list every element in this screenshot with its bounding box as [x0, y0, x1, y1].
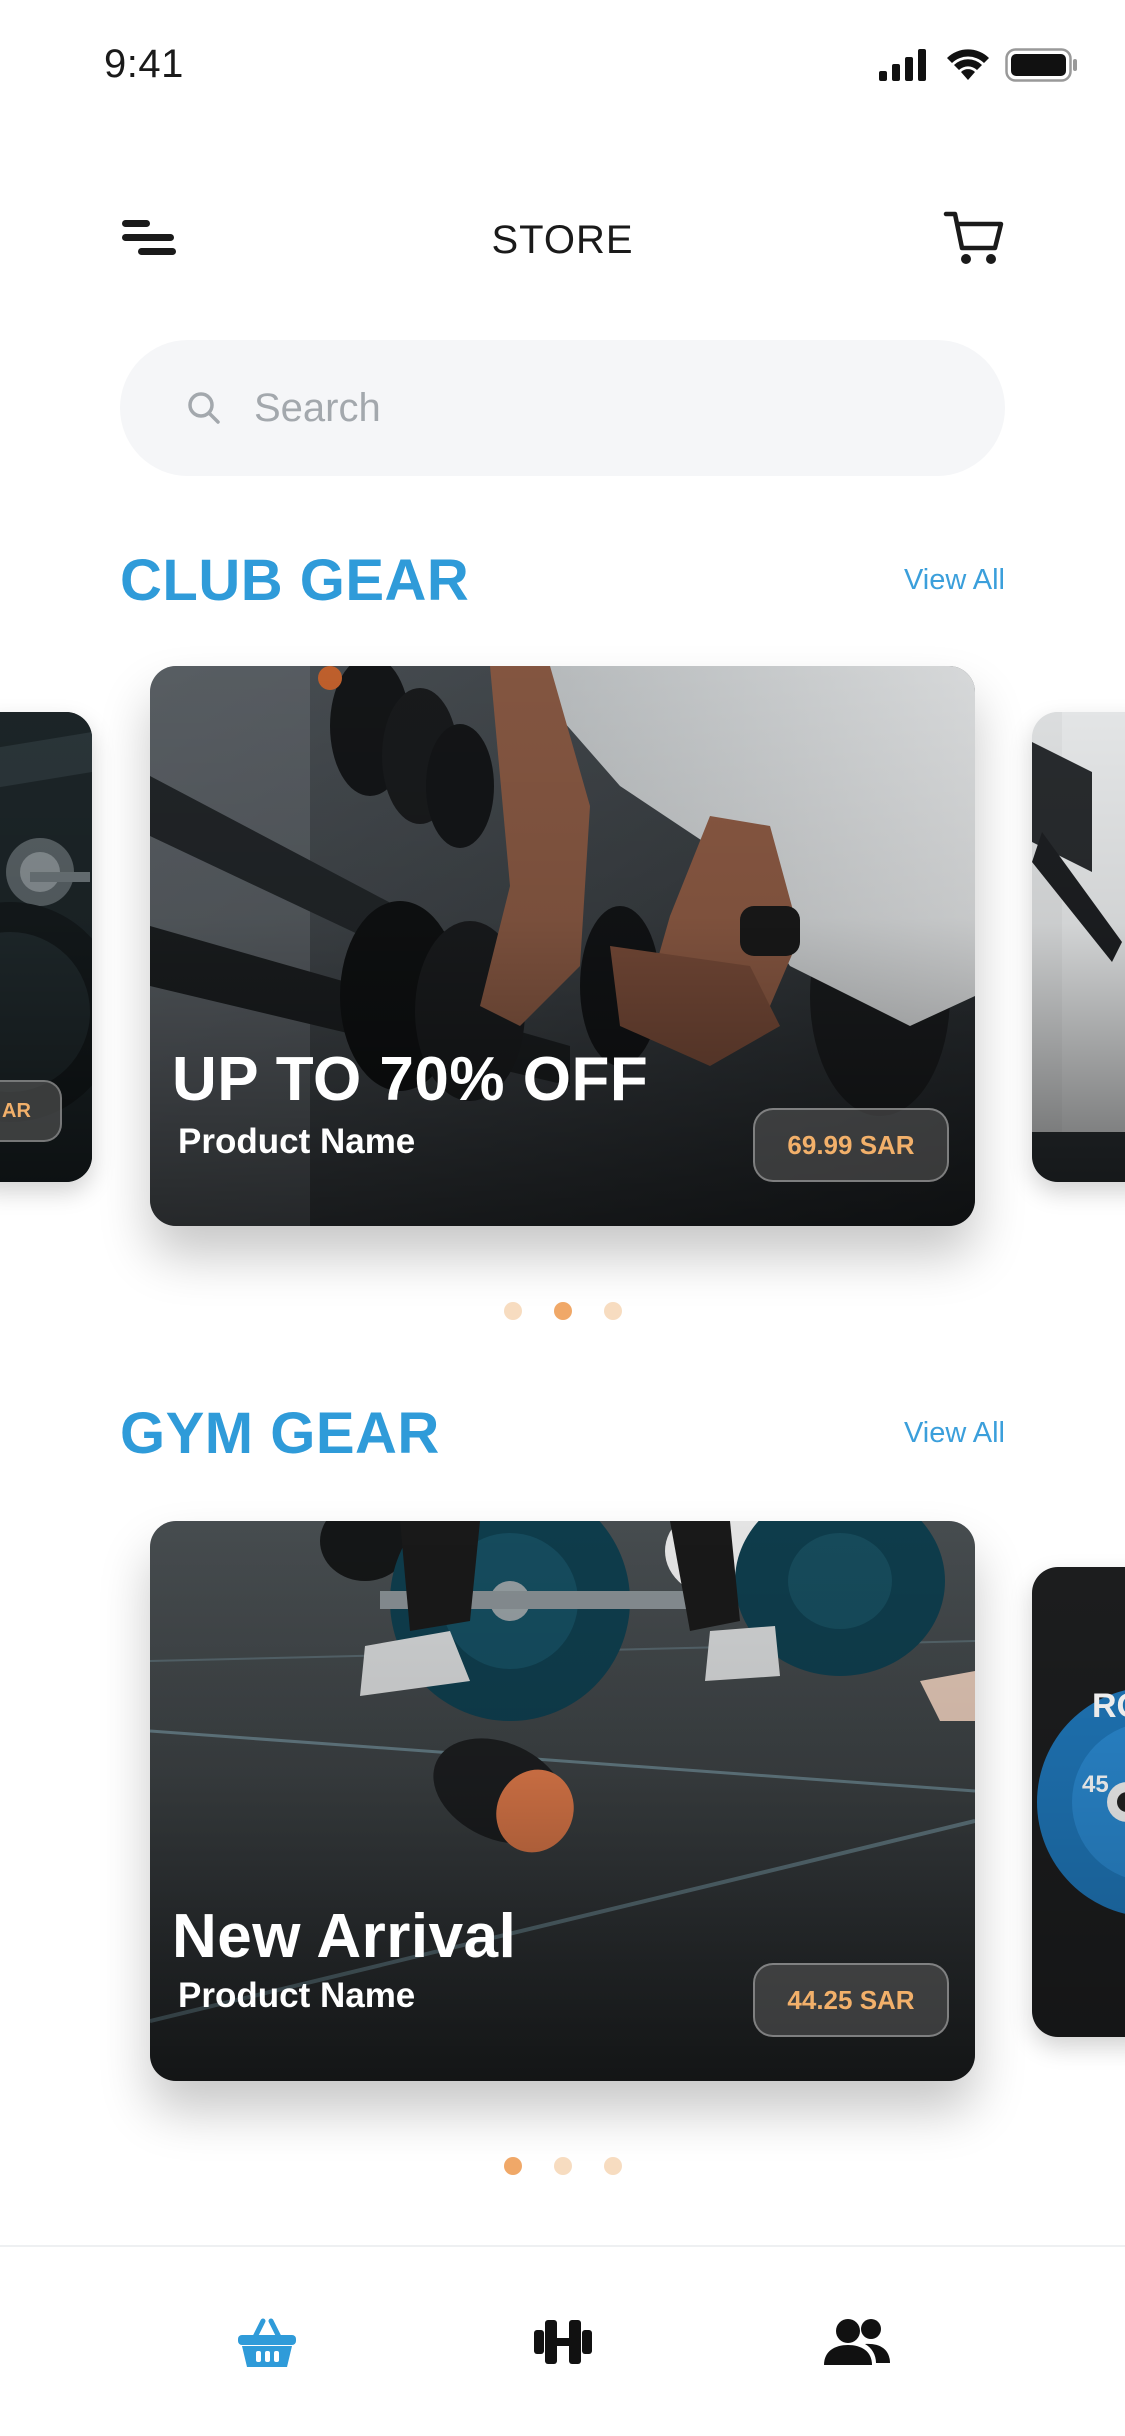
price-badge[interactable]: 44.25 SAR	[753, 1963, 949, 2037]
nav-item-store[interactable]	[222, 2297, 312, 2387]
view-all-club-gear-link[interactable]: View All	[904, 564, 1005, 597]
carousel-dot-active[interactable]	[553, 1302, 572, 1320]
carousel-card-next[interactable]	[1032, 712, 1125, 1182]
carousel-card-prev[interactable]: AR	[0, 712, 92, 1182]
price-badge[interactable]: 69.99 SAR	[753, 1108, 949, 1182]
carousel-dots-club-gear	[0, 1302, 1125, 1320]
carousel-card-next[interactable]: RO 45	[1032, 1567, 1125, 2037]
cart-button[interactable]	[943, 208, 1005, 268]
search-icon	[188, 392, 220, 424]
product-card-gym-gear[interactable]: New Arrival Product Name 44.25 SAR	[150, 1521, 975, 2081]
wifi-icon	[947, 49, 989, 80]
card-product-name: Product Name	[178, 1976, 416, 2015]
gym-gear-header: GYM GEAR View All	[120, 1398, 1005, 1468]
carousel-dots-gym-gear	[0, 2157, 1125, 2175]
status-icons	[879, 48, 1079, 82]
search-bar[interactable]	[120, 340, 1005, 476]
card-overlay	[1032, 1567, 1125, 2037]
card-overlay	[1032, 712, 1125, 1182]
status-time: 9:41	[104, 42, 184, 86]
dumbbell-icon	[534, 2320, 592, 2364]
nav-item-gym[interactable]	[518, 2297, 608, 2387]
carousel-dot-active[interactable]	[503, 2157, 522, 2175]
carousel-dot[interactable]	[603, 2157, 622, 2175]
section-title-club-gear: CLUB GEAR	[120, 547, 470, 613]
nav-item-community[interactable]	[812, 2297, 902, 2387]
price-badge: AR	[0, 1080, 62, 1142]
card-product-name: Product Name	[178, 1122, 416, 1161]
card-headline: New Arrival	[172, 1902, 517, 1971]
section-title-gym-gear: GYM GEAR	[120, 1400, 440, 1466]
club-gear-header: CLUB GEAR View All	[120, 545, 1005, 615]
view-all-gym-gear-link[interactable]: View All	[904, 1417, 1005, 1450]
carousel-dot[interactable]	[553, 2157, 572, 2175]
bottom-nav	[0, 2245, 1125, 2436]
cellular-signal-icon	[879, 49, 926, 81]
app-header: STORE	[0, 200, 1125, 280]
basket-icon	[238, 2318, 296, 2367]
product-card-club-gear[interactable]: UP TO 70% OFF Product Name 69.99 SAR	[150, 666, 975, 1226]
cart-icon	[943, 211, 1004, 264]
carousel-dot[interactable]	[503, 1302, 522, 1320]
search-input[interactable]	[254, 385, 894, 431]
status-bar: 9:41	[0, 0, 1125, 132]
card-headline: UP TO 70% OFF	[172, 1045, 649, 1114]
users-icon	[824, 2319, 890, 2365]
battery-icon	[1005, 48, 1077, 82]
carousel-dot[interactable]	[603, 1302, 622, 1320]
